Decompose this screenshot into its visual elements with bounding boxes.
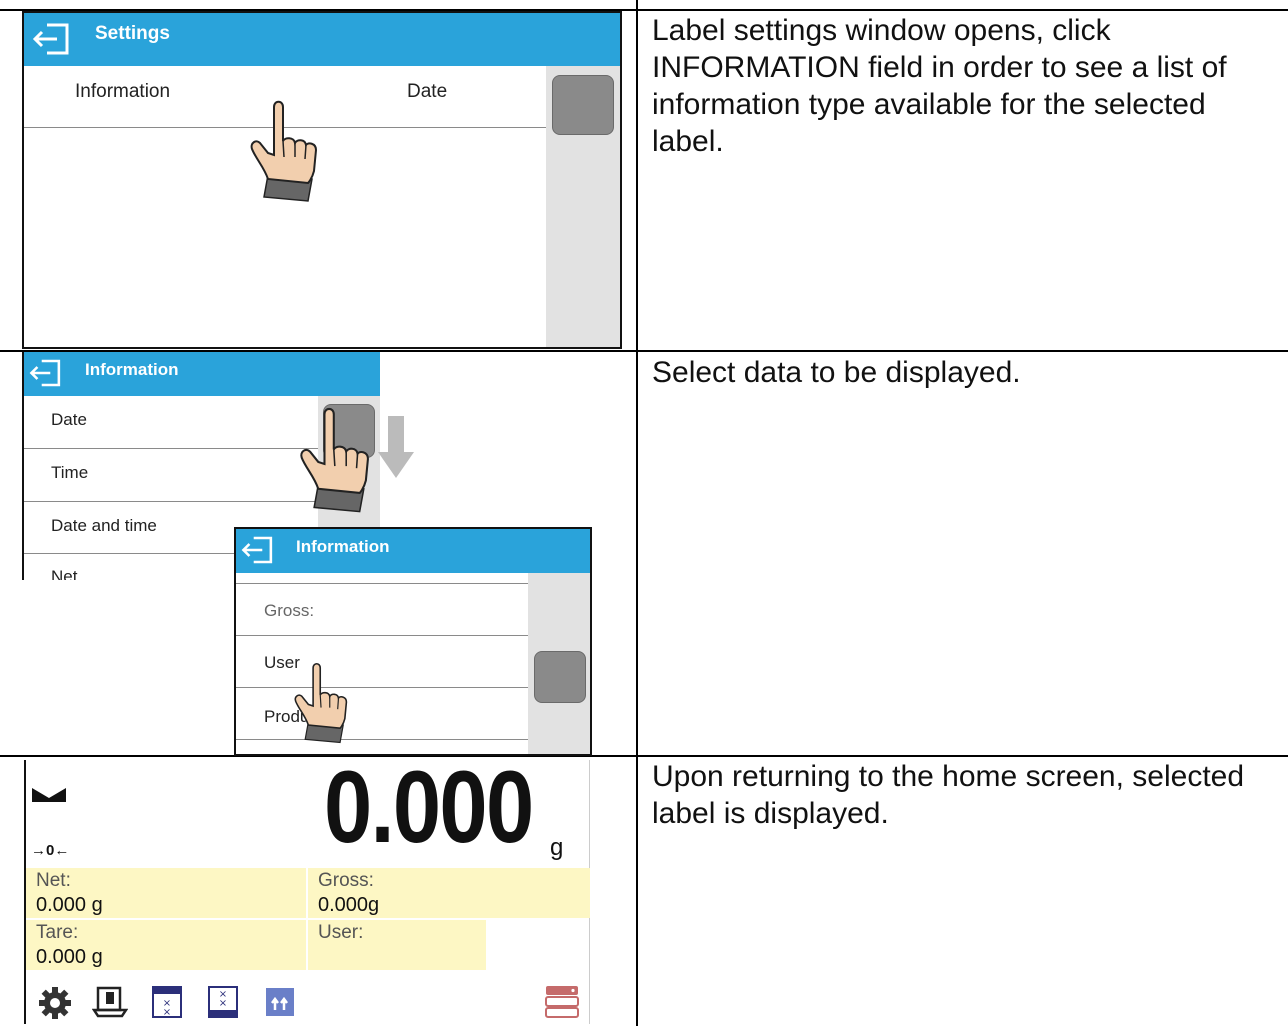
row2-description: Select data to be displayed. [652,356,1021,389]
row-separator [236,739,528,740]
net-label: Net: [36,870,71,891]
list-item-label: Gross: [264,601,315,620]
back-icon[interactable] [31,22,73,56]
pointing-hand-icon [300,407,369,513]
svg-text:×: × [219,998,227,1009]
settings-screen: Settings Information Date [22,11,622,349]
scrollbar-thumb[interactable] [534,651,586,703]
row1-description: Label settings window opens, click INFOR… [652,14,1227,158]
list-item-product[interactable]: Produ [236,688,528,740]
stability-icon [32,788,66,802]
list-item-label: Date [51,410,87,429]
settings-header: Settings [24,13,620,66]
tare-label: Tare: [36,922,79,943]
settings-title: Settings [95,23,170,44]
weight-unit: g [550,834,564,861]
zero-indicator: →0← [31,842,70,859]
printer-menu-icon[interactable] [544,984,580,1018]
list-item-label: Net [51,567,78,580]
row-divider-2 [0,755,1288,757]
settings-icon[interactable] [38,986,72,1020]
info-header-front: Information [236,529,590,573]
database-icon[interactable]: × × [208,986,238,1018]
gross-field: Gross: 0.000g [308,868,590,918]
weight-display: 0.000 [324,750,534,864]
user-field: User: [308,920,486,970]
net-field: Net: 0.000 g [26,868,306,918]
home-screen: →0← 0.000 g Net: 0.000 g Gross: 0.000g T… [24,756,590,1024]
info-title-back: Information [85,360,179,379]
gross-value: 0.000g [318,894,380,916]
column-divider [636,0,638,1026]
info-header-back: Information [24,352,380,396]
list-item-label: Time [51,463,89,482]
user-label: User: [318,922,364,943]
row3-description: Upon returning to the home screen, selec… [652,760,1245,830]
tare-icon[interactable] [92,984,128,1020]
back-icon[interactable] [240,535,276,565]
list-item-label: Date and time [51,516,157,535]
list-item-time[interactable]: Time [24,449,318,501]
svg-text:×: × [163,1007,171,1018]
information-label: Information [75,81,171,102]
info-title-front: Information [296,537,390,556]
gross-label: Gross: [318,870,374,891]
chart-icon[interactable] [266,988,294,1016]
list-item-user[interactable]: User [236,636,528,688]
list-item-gross[interactable]: Gross: [236,584,528,636]
label-icon[interactable]: × × [152,986,182,1018]
arrow-down-icon [378,416,414,478]
pointing-hand-icon [294,662,348,744]
tare-field: Tare: 0.000 g [26,920,306,970]
scrollbar-thumb[interactable] [552,75,614,135]
tare-value: 0.000 g [36,946,103,968]
list-item-date[interactable]: Date [24,396,318,448]
pointing-hand-icon [250,100,318,202]
net-value: 0.000 g [36,894,103,916]
information-value: Date [407,81,448,102]
back-icon[interactable] [28,358,64,388]
